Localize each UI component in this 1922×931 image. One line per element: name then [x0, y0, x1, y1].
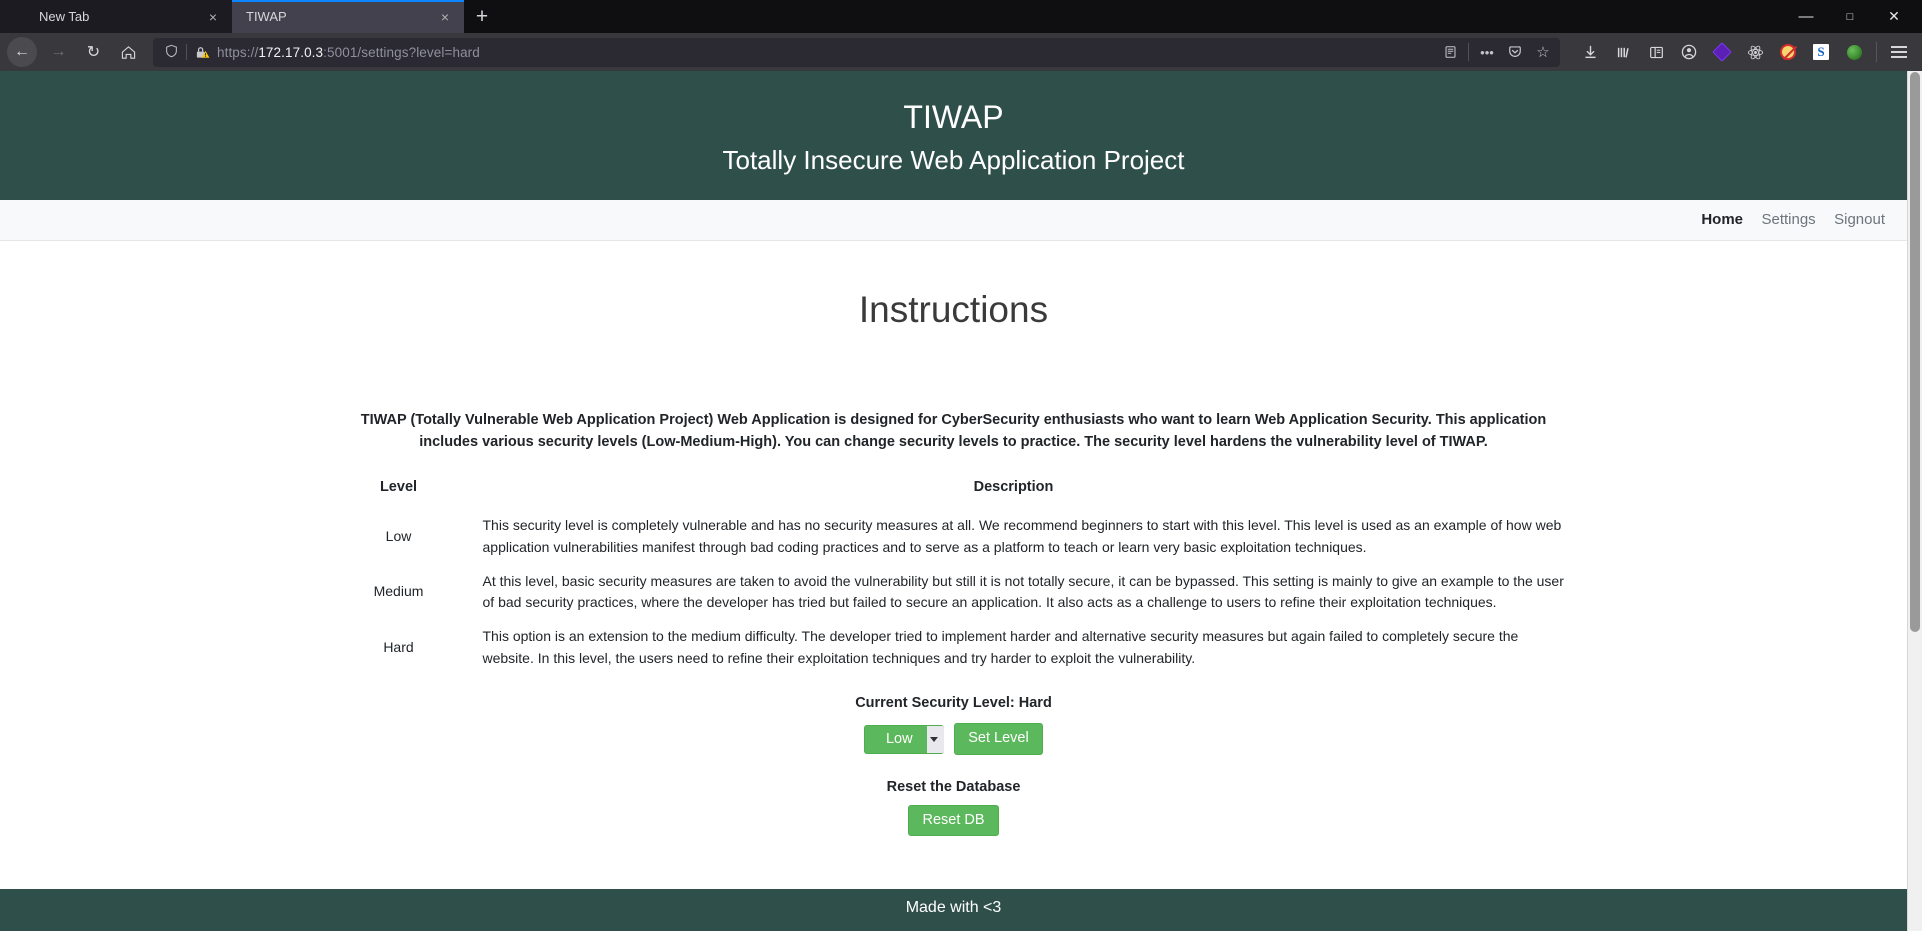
web-page: TIWAP Totally Insecure Web Application P…: [0, 71, 1907, 931]
library-icon[interactable]: [1607, 37, 1639, 67]
current-security-level-text: Current Security Level: Hard: [855, 695, 1052, 712]
page-title: Instructions: [858, 289, 1049, 331]
table-row: Low This security level is completely vu…: [339, 509, 1569, 564]
page-brand-subtitle: Totally Insecure Web Application Project: [722, 145, 1185, 175]
page-scrollbar-thumb[interactable]: [1910, 72, 1920, 632]
url-bar-divider: [186, 44, 187, 60]
level-name-low: Low: [385, 528, 412, 545]
level-description-hard: This option is an extension to the mediu…: [482, 628, 1519, 666]
reset-database-section: Reset DB: [20, 804, 1887, 837]
url-actions-divider: [1468, 43, 1469, 61]
column-header-level: Level: [379, 479, 418, 496]
tab-title: New Tab: [39, 9, 90, 24]
security-levels-table: Level Description Low This security leve…: [339, 475, 1569, 675]
url-path: :5001/settings?level=hard: [323, 44, 480, 60]
level-description-medium: At this level, basic security measures a…: [482, 572, 1564, 611]
intro-paragraph: TIWAP (Totally Vulnerable Web Applicatio…: [360, 412, 1547, 451]
url-bar[interactable]: https://172.17.0.3:5001/settings?level=h…: [153, 37, 1560, 67]
new-tab-button[interactable]: +: [464, 0, 500, 33]
page-brand-title: TIWAP: [903, 99, 1004, 135]
set-level-form: Low Medium Hard Set Level: [20, 723, 1887, 755]
account-icon[interactable]: [1673, 37, 1705, 67]
firefox-logo-icon: [14, 9, 30, 25]
browser-tab-new-tab[interactable]: New Tab ×: [0, 0, 232, 33]
back-icon[interactable]: ←: [7, 37, 37, 67]
page-content: Instructions TIWAP (Totally Vulnerable W…: [0, 241, 1907, 877]
extension-green-icon[interactable]: [1838, 37, 1870, 67]
column-header-description: Description: [973, 479, 1054, 496]
reader-mode-icon[interactable]: [1437, 39, 1463, 65]
extension-diamond-icon[interactable]: [1706, 37, 1738, 67]
nav-link-home[interactable]: Home: [1701, 211, 1743, 228]
reload-icon[interactable]: ↻: [77, 37, 110, 67]
level-name-medium: Medium: [373, 583, 424, 600]
table-row: Medium At this level, basic security mea…: [339, 565, 1569, 620]
navigation-toolbar: ← → ↻ https://172.17.0.3:5001/settings?l…: [0, 33, 1922, 71]
minimize-icon[interactable]: —: [1784, 0, 1828, 33]
browser-tab-tiwap[interactable]: TIWAP ×: [232, 0, 464, 33]
toolbar-extensions: S: [1570, 37, 1915, 67]
url-host: 172.17.0.3: [258, 44, 324, 60]
site-header: TIWAP Totally Insecure Web Application P…: [0, 71, 1907, 201]
table-header-row: Level Description: [339, 475, 1569, 509]
site-footer: Made with <3: [0, 889, 1907, 931]
maximize-icon[interactable]: □: [1828, 0, 1872, 33]
page-actions-menu-icon[interactable]: •••: [1474, 39, 1500, 65]
level-description-low: This security level is completely vulner…: [482, 517, 1562, 555]
level-select-wrapper[interactable]: Low Medium Hard: [864, 724, 945, 754]
toolbar-divider: [1876, 42, 1877, 62]
app-menu-icon[interactable]: [1883, 37, 1915, 67]
table-row: Hard This option is an extension to the …: [339, 620, 1569, 675]
insecure-lock-warning-icon[interactable]: [191, 45, 213, 60]
url-text[interactable]: https://172.17.0.3:5001/settings?level=h…: [213, 45, 1437, 60]
page-viewport: TIWAP Totally Insecure Web Application P…: [0, 71, 1922, 931]
set-level-button[interactable]: Set Level: [954, 723, 1043, 755]
extension-noscript-icon[interactable]: [1772, 37, 1804, 67]
tab-strip: New Tab × TIWAP × + — □ ✕: [0, 0, 1922, 33]
extension-react-icon[interactable]: [1739, 37, 1771, 67]
nav-link-signout[interactable]: Signout: [1834, 211, 1885, 228]
level-name-hard: Hard: [383, 638, 414, 655]
tracking-protection-shield-icon[interactable]: [160, 44, 182, 61]
sidebar-icon[interactable]: [1640, 37, 1672, 67]
url-bar-actions: ••• ☆: [1437, 39, 1556, 65]
close-icon[interactable]: ×: [436, 8, 454, 26]
security-level-select[interactable]: Low Medium Hard: [864, 724, 945, 754]
reset-database-title: Reset the Database: [886, 778, 1021, 795]
extension-s-icon[interactable]: S: [1805, 37, 1837, 67]
downloads-icon[interactable]: [1574, 37, 1606, 67]
close-icon[interactable]: ×: [204, 8, 222, 26]
close-window-icon[interactable]: ✕: [1872, 0, 1916, 33]
tab-strip-spacer: [500, 0, 1784, 33]
home-icon[interactable]: [112, 37, 145, 67]
browser-window: New Tab × TIWAP × + — □ ✕ ← → ↻ https://…: [0, 0, 1922, 931]
window-controls: — □ ✕: [1784, 0, 1922, 33]
url-scheme: https://: [217, 44, 259, 60]
nav-link-settings[interactable]: Settings: [1761, 211, 1815, 228]
reset-db-button[interactable]: Reset DB: [908, 804, 999, 837]
pocket-icon[interactable]: [1502, 39, 1528, 65]
forward-icon[interactable]: →: [42, 37, 75, 67]
page-scrollbar[interactable]: [1907, 71, 1922, 931]
bookmark-star-icon[interactable]: ☆: [1530, 39, 1556, 65]
tab-title: TIWAP: [246, 9, 287, 24]
site-navigation: Home Settings Signout: [0, 200, 1907, 242]
